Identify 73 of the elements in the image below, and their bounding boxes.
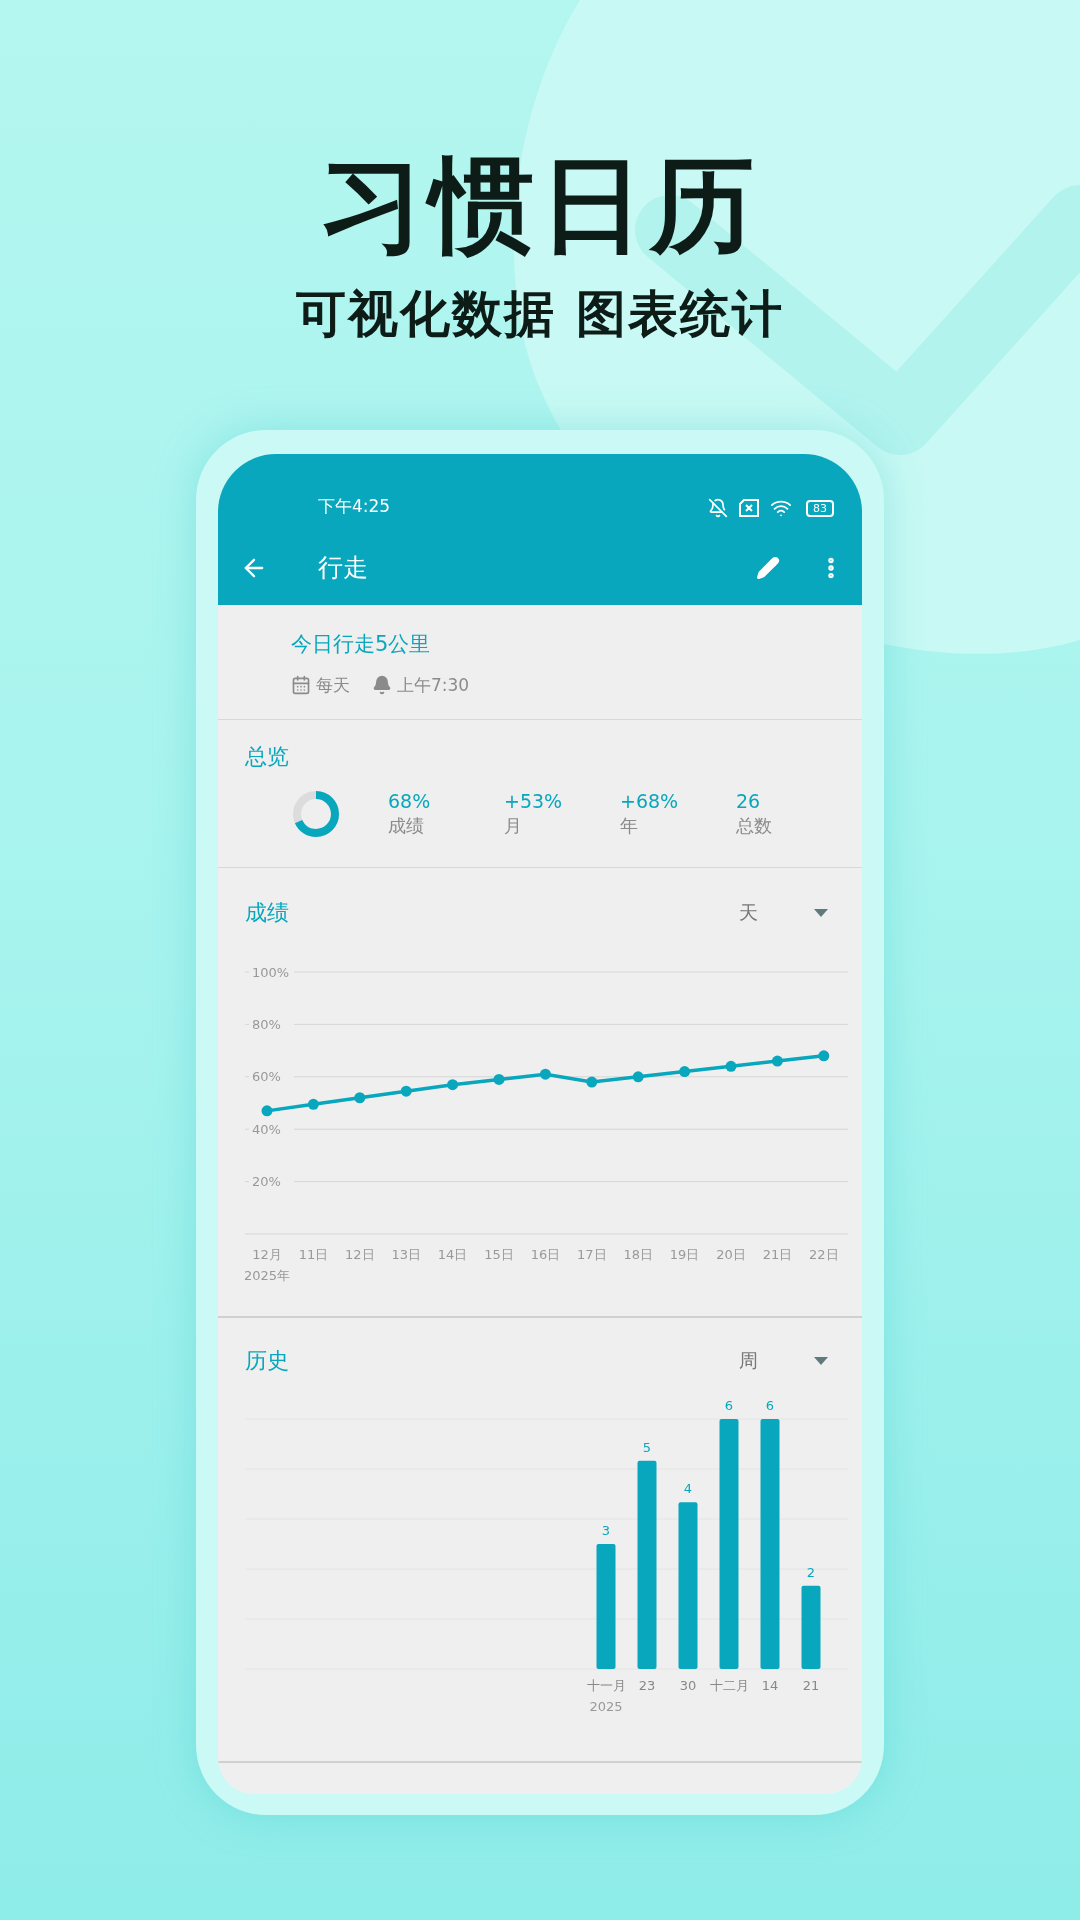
screen-title: 行走	[318, 552, 368, 585]
calendar-icon	[291, 675, 311, 696]
data-point	[679, 1066, 691, 1078]
status-time: 下午4:25	[318, 494, 391, 518]
bar-value-label: 3	[601, 1523, 611, 1538]
stat-value: 68%	[388, 789, 432, 813]
data-point	[400, 1085, 412, 1097]
bar-value-label: 4	[683, 1481, 693, 1497]
y-tick-label: 80%	[252, 1016, 281, 1032]
stat-label: 月	[504, 814, 523, 838]
stat-label: 总数	[736, 814, 773, 838]
x-tick-label: 十二月	[709, 1678, 749, 1693]
data-point	[632, 1071, 644, 1083]
section-title: 总览	[245, 743, 289, 771]
x-tick-label: 14日	[437, 1247, 468, 1262]
x-tick-label: 15日	[484, 1247, 514, 1262]
y-tick-label: 60%	[252, 1069, 281, 1085]
habit-name: 今日行走5公里	[291, 631, 432, 658]
reminder-time: 上午7:30	[397, 673, 470, 697]
data-point	[539, 1068, 551, 1080]
x-tick-label: 12月	[252, 1247, 282, 1262]
bell-icon	[372, 675, 392, 696]
bar-value-label: 2	[806, 1564, 816, 1580]
x-tick-label: 23	[638, 1678, 656, 1693]
promo-title: 习惯日历	[320, 143, 760, 268]
bar-value-label: 6	[765, 1398, 775, 1413]
battery-indicator: 83	[806, 499, 834, 517]
x-tick-label: 18日	[623, 1247, 653, 1262]
caret-icon	[814, 1356, 828, 1365]
frequency-label: 每天	[316, 673, 350, 697]
data-point	[493, 1073, 505, 1085]
x-tick-label: 17日	[577, 1247, 607, 1262]
sim-icon	[738, 499, 760, 517]
x-tick-label: 21日	[762, 1247, 793, 1262]
x-tick-label: 22日	[809, 1247, 839, 1262]
data-point	[725, 1060, 737, 1072]
period-dropdown[interactable]: 天	[739, 898, 828, 927]
period-dropdown[interactable]: 周	[739, 1346, 828, 1375]
progress-ring	[292, 790, 340, 838]
data-point	[307, 1098, 319, 1110]
data-point	[261, 1105, 273, 1117]
year-label: 2025	[589, 1699, 623, 1714]
data-point	[771, 1055, 783, 1067]
stat-value: +53%	[504, 789, 564, 813]
caret-icon	[814, 908, 828, 917]
bar-value-label: 5	[642, 1439, 652, 1455]
x-tick-label: 19日	[669, 1247, 700, 1262]
y-tick-label: 100%	[252, 964, 290, 980]
x-tick-label: 14	[761, 1678, 779, 1693]
pencil-icon[interactable]	[756, 556, 780, 580]
data-point	[447, 1079, 459, 1091]
section-title: 历史	[245, 1347, 289, 1375]
x-tick-label: 11日	[298, 1247, 329, 1262]
y-tick-label: 20%	[252, 1174, 281, 1190]
bar-value-label: 6	[724, 1398, 734, 1413]
stat-value: 26	[736, 789, 762, 813]
x-tick-label: 21	[802, 1678, 820, 1693]
x-tick-label: 16日	[530, 1247, 561, 1262]
x-tick-label: 13日	[391, 1247, 421, 1262]
data-point	[354, 1092, 366, 1104]
data-point	[818, 1050, 830, 1062]
y-tick-label: 40%	[252, 1121, 281, 1137]
stat-value: +68%	[620, 789, 680, 813]
section-title: 成绩	[245, 899, 289, 927]
promo-subtitle: 可视化数据 图表统计	[296, 284, 784, 345]
year-label: 2025年	[244, 1268, 291, 1283]
x-tick-label: 20日	[716, 1247, 746, 1262]
stat-label: 成绩	[388, 814, 425, 838]
x-tick-label: 30	[679, 1678, 697, 1693]
stat-label: 年	[620, 814, 639, 838]
x-tick-label: 12日	[345, 1247, 375, 1262]
data-point	[586, 1076, 598, 1088]
mute-icon	[708, 498, 728, 518]
